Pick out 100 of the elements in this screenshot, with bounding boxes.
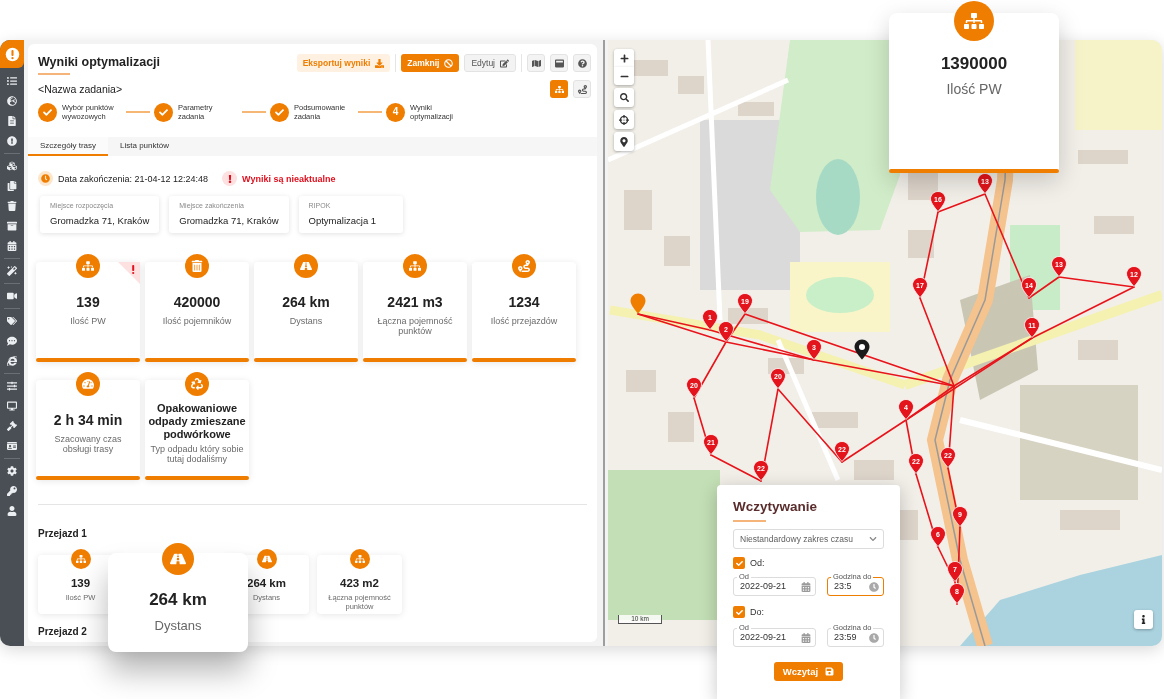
stat-value: 423 m2 bbox=[340, 576, 379, 590]
pin-icon bbox=[619, 136, 629, 147]
stat-label: Typ odpadu który sobie tutaj dodaliśmy bbox=[149, 444, 245, 464]
check-icon bbox=[735, 559, 743, 567]
logo-icon[interactable] bbox=[0, 40, 24, 68]
file-icon[interactable] bbox=[7, 116, 17, 126]
stat-label: Ilość PW bbox=[69, 316, 107, 326]
map-pin-icon bbox=[854, 339, 870, 360]
stat-value: 139 bbox=[75, 293, 101, 311]
field-value: Optymalizacja 1 bbox=[308, 214, 378, 227]
help-icon bbox=[577, 58, 587, 68]
cubes-icon[interactable] bbox=[7, 161, 17, 171]
crosshair-icon bbox=[619, 114, 629, 125]
calendar-icon bbox=[801, 632, 811, 643]
stat-value: 139 bbox=[70, 576, 91, 590]
alert-icon bbox=[222, 171, 238, 186]
tree-view-button[interactable] bbox=[550, 80, 568, 98]
search-icon bbox=[619, 93, 629, 102]
stat-label: Ilość pojemników bbox=[161, 316, 233, 326]
help-button[interactable] bbox=[573, 54, 591, 72]
stat-value: 2421 m3 bbox=[386, 293, 444, 311]
building bbox=[1078, 340, 1118, 360]
building bbox=[624, 190, 652, 230]
stat-value: 1390000 bbox=[940, 54, 1008, 74]
check-icon bbox=[735, 608, 743, 616]
copy-icon[interactable] bbox=[7, 181, 17, 191]
stat-value: 264 km bbox=[247, 576, 286, 590]
building bbox=[1094, 216, 1134, 234]
stat-value: 1234 bbox=[507, 293, 541, 311]
pin-button[interactable] bbox=[614, 132, 634, 151]
archive-icon[interactable] bbox=[7, 221, 17, 231]
field-value: Gromadzka 71, Kraków bbox=[179, 214, 279, 227]
building bbox=[626, 370, 656, 392]
video-camera-icon[interactable] bbox=[7, 291, 17, 301]
tab[interactable]: Lista punktów bbox=[108, 137, 181, 156]
list-icon[interactable] bbox=[7, 76, 17, 86]
gavel-icon[interactable] bbox=[7, 421, 17, 431]
building bbox=[1060, 510, 1120, 530]
map-view-button[interactable] bbox=[527, 54, 545, 72]
window-icon bbox=[554, 58, 564, 68]
stat-label: Łączna pojemność punktów bbox=[376, 316, 454, 336]
building bbox=[812, 412, 858, 428]
settings-icon[interactable] bbox=[7, 466, 17, 476]
sitemap-icon bbox=[554, 84, 564, 94]
range-select[interactable]: Niestandardowy zakres czasu bbox=[733, 529, 884, 549]
checkbox[interactable] bbox=[733, 557, 745, 569]
key-icon[interactable] bbox=[7, 486, 17, 496]
run-title: Przejazd 2 bbox=[38, 626, 87, 638]
dialog-title: Wczytywanie bbox=[733, 499, 819, 515]
save-icon bbox=[825, 667, 835, 676]
window-button[interactable] bbox=[550, 54, 568, 72]
building bbox=[678, 76, 704, 94]
user-icon[interactable] bbox=[7, 506, 17, 516]
edit-button[interactable]: Edytuj bbox=[464, 54, 516, 72]
stat-label: Dystans bbox=[154, 618, 202, 634]
route-view-button[interactable] bbox=[573, 80, 591, 98]
building bbox=[854, 460, 894, 480]
alert-icon[interactable] bbox=[7, 136, 17, 146]
chevron-down-icon bbox=[869, 535, 877, 543]
tags-icon[interactable] bbox=[7, 316, 17, 326]
field-value: Gromadzka 71, Kraków bbox=[50, 214, 150, 227]
comment-icon[interactable] bbox=[7, 336, 17, 346]
building bbox=[908, 230, 934, 258]
locate-button[interactable] bbox=[614, 110, 634, 129]
globe-icon[interactable] bbox=[7, 96, 17, 106]
magic-wand-icon[interactable] bbox=[7, 266, 17, 276]
tab[interactable]: Szczegóły trasy bbox=[28, 137, 109, 156]
export-button[interactable]: Eksportuj wyniki bbox=[296, 54, 391, 72]
step-number: 4 bbox=[386, 102, 405, 122]
close-button[interactable]: Zamknij bbox=[401, 54, 460, 72]
checkbox-label: Do: bbox=[750, 606, 764, 618]
plus-icon bbox=[619, 53, 629, 63]
zoom-in-button[interactable] bbox=[614, 49, 634, 67]
stat-value: 264 km bbox=[149, 590, 207, 610]
checkbox[interactable] bbox=[733, 606, 745, 618]
finish-date: Data zakończenia: 21-04-12 12:24:48 bbox=[58, 172, 209, 185]
stat-value: 2 h 34 min bbox=[52, 411, 124, 429]
warning-text: Wyniki są nieaktualne bbox=[242, 172, 336, 185]
map-icon bbox=[531, 58, 541, 68]
stat-label: Dystans bbox=[288, 316, 324, 326]
sliders-icon[interactable] bbox=[7, 381, 17, 391]
search-button[interactable] bbox=[614, 88, 634, 107]
calendar-icon[interactable] bbox=[7, 241, 17, 251]
monitor-icon[interactable] bbox=[7, 401, 17, 411]
download-icon bbox=[375, 58, 385, 68]
building bbox=[1078, 150, 1128, 164]
info-button[interactable] bbox=[1134, 610, 1153, 629]
building bbox=[738, 102, 774, 116]
load-button[interactable]: Wczytaj bbox=[773, 662, 844, 681]
trash-icon[interactable] bbox=[7, 201, 17, 211]
sports-field bbox=[806, 277, 874, 313]
building bbox=[664, 236, 690, 266]
calendar-icon bbox=[801, 581, 811, 592]
clock-icon bbox=[869, 581, 879, 592]
clock-icon bbox=[38, 171, 53, 186]
ban-icon bbox=[444, 58, 454, 68]
letter-e-icon[interactable] bbox=[7, 356, 17, 366]
stat-label: Szacowany czas obsługi trasy bbox=[53, 434, 123, 454]
id-card-icon[interactable] bbox=[7, 441, 17, 451]
map-pin-icon bbox=[630, 293, 646, 314]
